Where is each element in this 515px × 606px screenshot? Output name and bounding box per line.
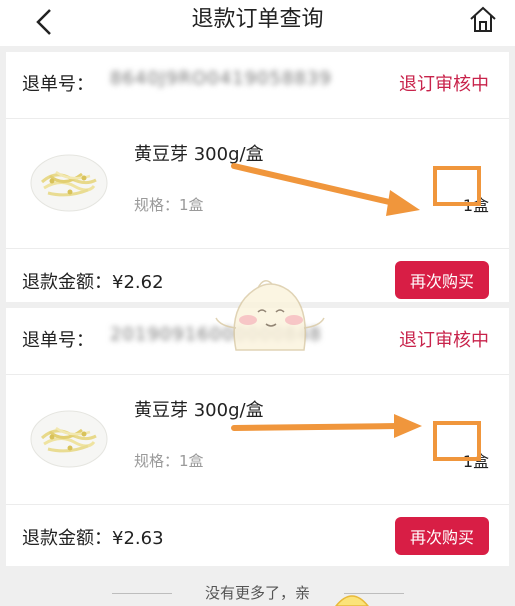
home-icon (470, 6, 496, 32)
annotation-box (433, 166, 481, 206)
product-spec: 规格：1盒 (134, 452, 204, 470)
product-name: 黄豆芽 300g/盒 (134, 144, 264, 165)
page-title: 退款订单查询 (191, 7, 324, 32)
end-of-list-note: 没有更多了，亲 (0, 580, 515, 606)
refund-number-value: 8640J9RO0419058839 (110, 68, 332, 89)
status-badge: 退订审核中 (399, 330, 489, 351)
order-footer: 退款金额：¥2.63 再次购买 (6, 504, 509, 566)
product-spec: 规格：1盒 (134, 196, 204, 214)
product-name: 黄豆芽 300g/盒 (134, 400, 264, 421)
annotation-box (433, 421, 481, 461)
mascot-watermark-icon (215, 280, 325, 351)
order-header: 退单号： 8640J9RO0419058839 退订审核中 (6, 52, 509, 119)
mascot-peek-icon (335, 595, 369, 606)
refund-amount: 退款金额：¥2.62 (22, 272, 164, 293)
home-button[interactable] (465, 4, 501, 34)
product-thumbnail (30, 154, 108, 212)
refund-amount: 退款金额：¥2.63 (22, 528, 164, 549)
end-of-list-text: 没有更多了，亲 (204, 584, 310, 602)
refund-number-label: 退单号： (22, 330, 94, 351)
refund-number-label: 退单号： (22, 74, 94, 95)
buy-again-button[interactable]: 再次购买 (395, 261, 489, 299)
buy-again-button[interactable]: 再次购买 (395, 517, 489, 555)
header-bar: 退款订单查询 (0, 0, 515, 46)
status-badge: 退订审核中 (399, 74, 489, 95)
product-thumbnail (30, 410, 108, 468)
